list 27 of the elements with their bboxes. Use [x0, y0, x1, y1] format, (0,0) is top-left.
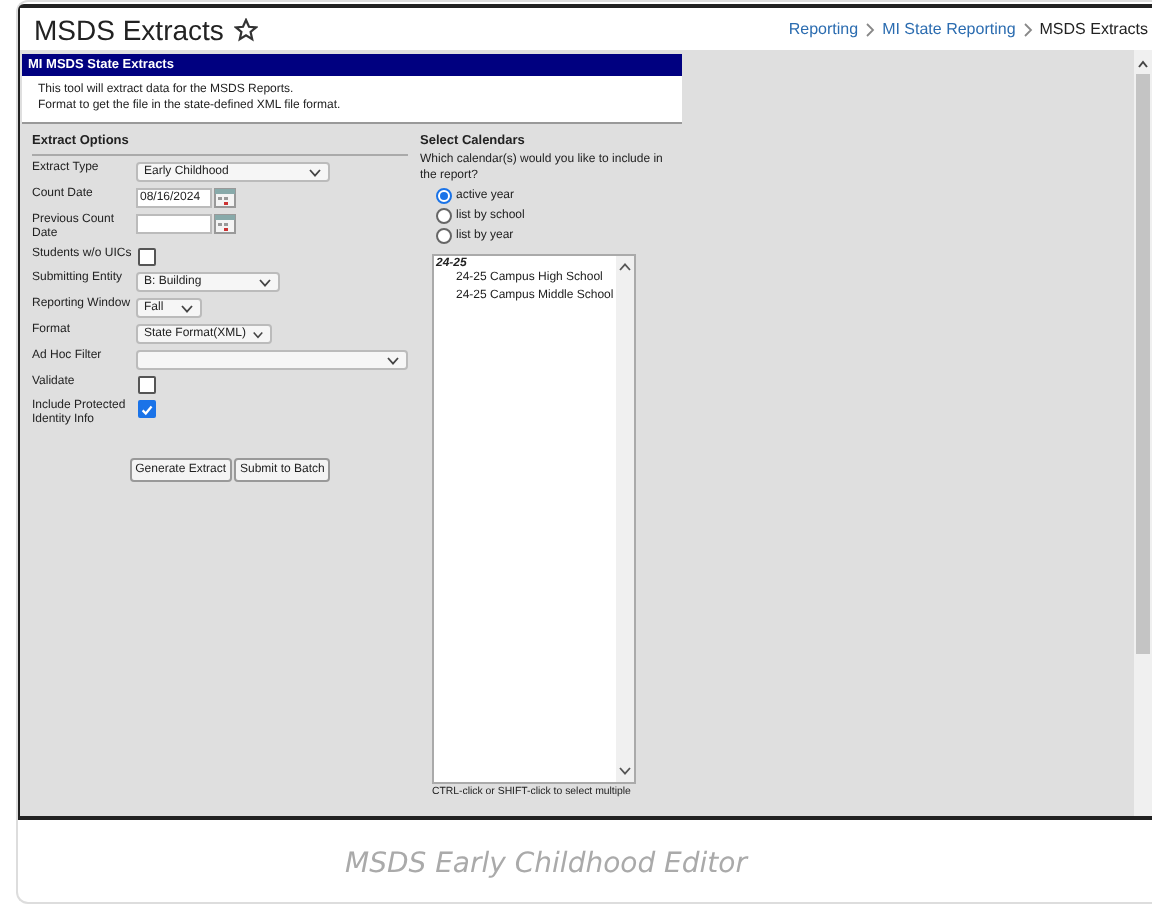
scroll-down-icon — [618, 766, 632, 776]
calendar-icon[interactable] — [214, 214, 236, 234]
chevron-right-icon — [864, 21, 877, 37]
star-icon[interactable] — [233, 17, 258, 41]
scrollbar[interactable] — [1134, 50, 1152, 816]
chevron-down-icon — [386, 355, 400, 365]
page-title: MSDS Extracts — [34, 13, 224, 45]
date-field[interactable] — [136, 214, 212, 234]
chevron-down-icon — [258, 277, 272, 287]
breadcrumb-current: MSDS Extracts — [1039, 20, 1148, 38]
image-caption: MSDS Early Childhood Editor — [343, 846, 751, 880]
chevron-down-icon — [252, 329, 264, 339]
chevron-right-icon — [1021, 21, 1034, 37]
chevron-down-icon — [180, 303, 194, 313]
checkbox[interactable] — [138, 400, 156, 418]
scroll-up-icon — [618, 262, 632, 272]
checkbox[interactable] — [138, 248, 156, 266]
radio-button[interactable] — [436, 188, 452, 204]
chevron-down-icon — [308, 167, 322, 177]
checkbox[interactable] — [138, 376, 156, 394]
radio-button[interactable] — [436, 208, 452, 224]
scroll-up-icon — [1136, 58, 1150, 70]
scrollbar-thumb[interactable] — [1136, 74, 1150, 654]
breadcrumb-link[interactable]: MI State Reporting — [882, 20, 1016, 38]
breadcrumb-link[interactable]: Reporting — [788, 20, 859, 38]
calendar-icon[interactable] — [214, 188, 236, 208]
radio-button[interactable] — [436, 228, 452, 244]
